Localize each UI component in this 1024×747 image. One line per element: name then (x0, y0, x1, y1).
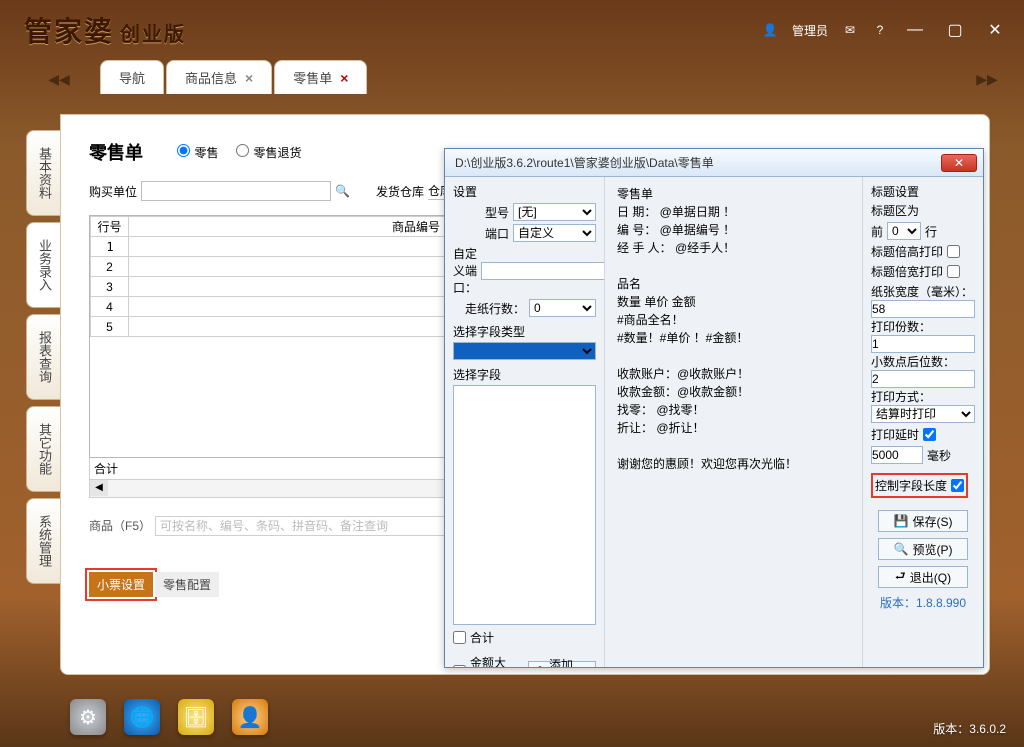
sidebar-item-report[interactable]: 报表查询 (26, 314, 62, 400)
template-preview[interactable]: 零售单 日 期： @单据日期 ！ 编 号： @单据编号 ！ 经 手 人： @经手… (613, 183, 854, 475)
field-label: 选择字段 (453, 366, 596, 383)
custom-port-input[interactable] (481, 262, 605, 280)
minimize-button[interactable]: ― (902, 19, 928, 41)
warehouse-label: 发货仓库 (376, 183, 424, 200)
tab-retail-order[interactable]: 零售单× (274, 60, 367, 94)
double-width-checkbox[interactable] (947, 265, 960, 278)
tabs-scroll-left-icon[interactable]: ◀◀ (48, 68, 70, 90)
receipt-settings-dialog: D:\创业版3.6.2\route1\管家婆创业版\Data\零售单 ✕ 设置 … (444, 148, 984, 668)
uppercase-checkbox[interactable]: 金额大写 (453, 654, 518, 667)
feed-lines-select[interactable]: 0 (529, 299, 596, 317)
wechat-icon[interactable]: ✉ (842, 22, 858, 38)
model-select[interactable]: [无] (513, 203, 596, 221)
model-label: 型号 (453, 204, 509, 221)
print-mode-label: 打印方式： (871, 388, 975, 405)
paper-width-input[interactable] (871, 300, 975, 318)
paper-width-label: 纸张宽度（毫米）： (871, 283, 975, 300)
sidebar-item-basic[interactable]: 基本资料 (26, 130, 62, 216)
buyer-input[interactable] (141, 181, 331, 201)
print-delay-checkbox[interactable] (923, 428, 936, 441)
save-button[interactable]: 💾 保存(S) (878, 510, 968, 532)
delay-input[interactable] (871, 446, 923, 464)
dock-user-icon[interactable]: 👤 (232, 699, 268, 735)
port-label: 端口 (453, 225, 509, 242)
retail-config-button[interactable]: 零售配置 (155, 572, 219, 597)
title-settings-header: 标题设置 (871, 183, 975, 200)
tab-close-icon[interactable]: × (340, 70, 348, 86)
tab-close-icon[interactable]: × (245, 70, 253, 86)
maximize-button[interactable]: ▢ (942, 19, 968, 41)
tab-product-info[interactable]: 商品信息× (166, 60, 272, 94)
feed-lines-label: 走纸行数： (453, 300, 525, 317)
custom-port-label: 自定义端口： (453, 245, 477, 296)
title-area-label: 标题区为 (871, 202, 975, 219)
total-label: 合计 (94, 460, 118, 477)
field-length-highlight: 控制字段长度 (871, 473, 968, 498)
dock-globe-icon[interactable]: 🌐 (124, 699, 160, 735)
title-rows-select[interactable]: 0 (887, 222, 921, 240)
footer-version: 版本：3.6.0.2 (933, 720, 1006, 737)
field-listbox[interactable] (453, 385, 596, 625)
radio-return[interactable]: 零售退货 (236, 144, 301, 161)
tab-nav[interactable]: 导航 (100, 60, 164, 94)
preview-button[interactable]: 🔍 预览(P) (878, 538, 968, 560)
dock-settings-icon[interactable]: ⚙ (70, 699, 106, 735)
field-length-checkbox[interactable] (951, 479, 964, 492)
dialog-version: 版本：1.8.8.990 (871, 594, 975, 611)
hint-prefix: 商品（F5） (89, 517, 151, 534)
total-checkbox[interactable]: 合计 (453, 629, 596, 646)
app-logo: 管家婆创业版 (24, 10, 186, 50)
dock-data-icon[interactable]: 🗄 (178, 699, 214, 735)
receipt-settings-button[interactable]: 小票设置 (89, 572, 153, 597)
search-icon[interactable]: 🔍 (335, 184, 350, 198)
field-type-select[interactable] (453, 342, 596, 360)
sidebar-item-other[interactable]: 其它功能 (26, 406, 62, 492)
sidebar-item-system[interactable]: 系统管理 (26, 498, 62, 584)
buyer-label: 购买单位 (89, 183, 137, 200)
port-select[interactable]: 自定义 (513, 224, 596, 242)
decimals-label: 小数点后位数： (871, 353, 975, 370)
radio-retail[interactable]: 零售 (177, 144, 218, 161)
help-icon[interactable]: ? (872, 22, 888, 38)
double-height-checkbox[interactable] (947, 245, 960, 258)
print-mode-select[interactable]: 结算时打印 (871, 405, 975, 423)
sidebar-item-business[interactable]: 业务录入 (26, 222, 62, 308)
user-name: 管理员 (792, 22, 828, 39)
user-icon: 👤 (762, 22, 778, 38)
settings-header: 设置 (453, 183, 596, 200)
add-button[interactable]: ✚添加(A) (528, 661, 596, 667)
exit-button[interactable]: ⮐ 退出(Q) (878, 566, 968, 588)
copies-label: 打印份数： (871, 318, 975, 335)
page-title: 零售单 (89, 139, 143, 165)
tabs-scroll-right-icon[interactable]: ▶▶ (976, 68, 998, 90)
dialog-close-button[interactable]: ✕ (941, 154, 977, 172)
field-type-label: 选择字段类型 (453, 323, 596, 340)
col-rownum: 行号 (91, 217, 129, 237)
dialog-title-path: D:\创业版3.6.2\route1\管家婆创业版\Data\零售单 (455, 154, 941, 171)
decimals-input[interactable] (871, 370, 975, 388)
close-button[interactable]: ✕ (982, 19, 1008, 41)
copies-input[interactable] (871, 335, 975, 353)
